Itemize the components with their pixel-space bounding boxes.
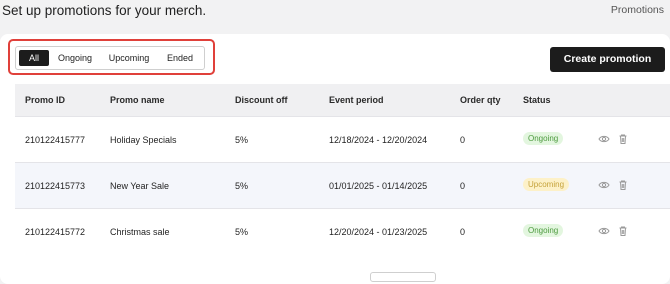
- promo-name: Christmas sale: [110, 227, 170, 237]
- table-row[interactable]: 210122415777 Holiday Specials 5% 12/18/2…: [15, 116, 670, 162]
- page-title: Set up promotions for your merch.: [2, 3, 207, 18]
- event-period: 12/18/2024 - 12/20/2024: [329, 135, 428, 145]
- tab-upcoming[interactable]: Upcoming: [104, 50, 154, 66]
- column-header-status: Status: [523, 95, 551, 105]
- eye-icon[interactable]: [598, 179, 610, 191]
- promo-name: New Year Sale: [110, 181, 170, 191]
- tab-ongoing[interactable]: Ongoing: [54, 50, 96, 66]
- status-badge: Ongoing: [523, 224, 564, 237]
- column-header-event-period: Event period: [329, 95, 384, 105]
- tab-all[interactable]: All: [19, 50, 49, 66]
- eye-icon[interactable]: [598, 225, 610, 237]
- order-qty: 0: [460, 135, 466, 145]
- create-promotion-button[interactable]: Create promotion: [550, 47, 665, 72]
- trash-icon[interactable]: [617, 133, 629, 145]
- column-header-promo-id: Promo ID: [25, 95, 66, 105]
- discount-off: 5%: [235, 135, 249, 145]
- page-header: Set up promotions for your merch. Promot…: [0, 0, 670, 30]
- discount-off: 5%: [235, 181, 249, 191]
- table-header: Promo ID Promo name Discount off Event p…: [15, 84, 670, 116]
- column-header-discount: Discount off: [235, 95, 288, 105]
- order-qty: 0: [460, 181, 466, 191]
- column-header-promo-name: Promo name: [110, 95, 165, 105]
- breadcrumb[interactable]: Promotions: [611, 4, 664, 16]
- column-header-order-qty: Order qty: [460, 95, 501, 105]
- tab-ended[interactable]: Ended: [161, 50, 199, 66]
- promo-id: 210122415773: [25, 181, 86, 191]
- promo-id: 210122415777: [25, 135, 86, 145]
- event-period: 01/01/2025 - 01/14/2025: [329, 181, 428, 191]
- event-period: 12/20/2024 - 01/23/2025: [329, 227, 428, 237]
- trash-icon[interactable]: [617, 225, 629, 237]
- eye-icon[interactable]: [598, 133, 610, 145]
- promo-name: Holiday Specials: [110, 135, 177, 145]
- status-badge: Upcoming: [523, 178, 570, 191]
- discount-off: 5%: [235, 227, 249, 237]
- trash-icon[interactable]: [617, 179, 629, 191]
- pagination-control[interactable]: [370, 272, 436, 282]
- promo-id: 210122415772: [25, 227, 86, 237]
- order-qty: 0: [460, 227, 466, 237]
- status-badge: Ongoing: [523, 132, 564, 145]
- table-row[interactable]: 210122415772 Christmas sale 5% 12/20/202…: [15, 208, 670, 254]
- status-tabs: All Ongoing Upcoming Ended: [15, 46, 205, 70]
- table-row[interactable]: 210122415773 New Year Sale 5% 01/01/2025…: [15, 162, 670, 208]
